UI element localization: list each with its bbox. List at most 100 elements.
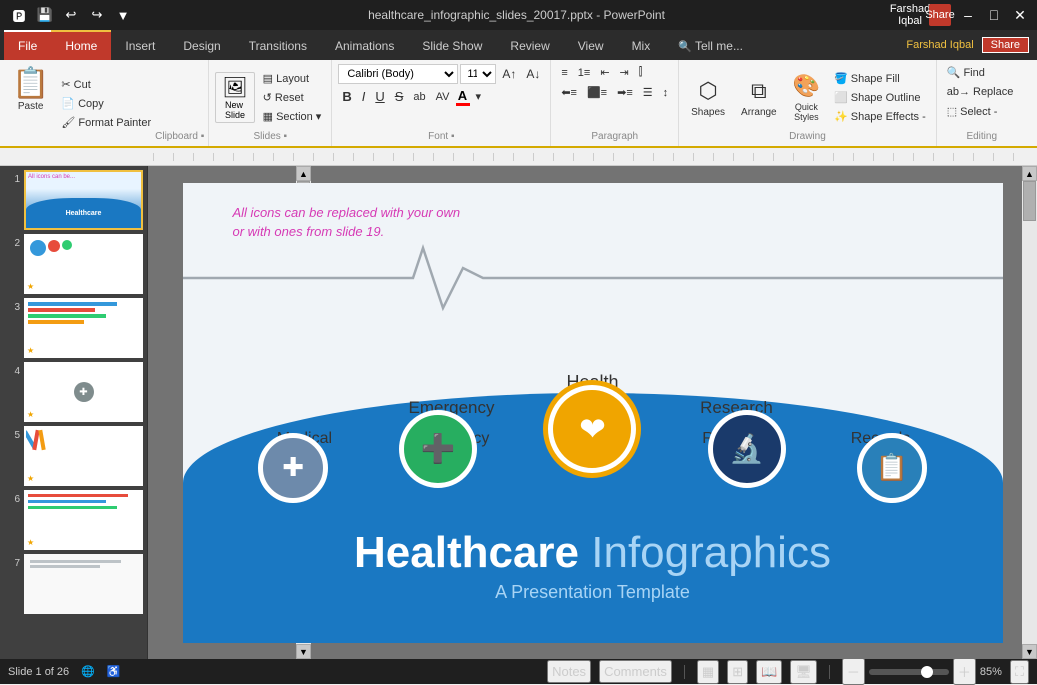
shape-effects-btn[interactable]: ✨ Shape Effects -: [830, 108, 930, 125]
font-selector[interactable]: Calibri (Body): [338, 64, 458, 84]
slide-img-3[interactable]: ★: [24, 298, 143, 358]
shape-outline-btn[interactable]: ⬜ Shape Outline: [830, 89, 930, 106]
zoom-slider[interactable]: [869, 669, 949, 675]
tab-view[interactable]: View: [564, 30, 618, 60]
slide-thumb-7[interactable]: 7: [4, 554, 143, 614]
normal-view-btn[interactable]: ▦: [697, 660, 719, 684]
copy-btn[interactable]: 📄 Copy: [57, 95, 155, 112]
slide-num-6: 6: [4, 494, 20, 505]
quick-access: 🅿 💾 ↩ ↪ ▼: [8, 4, 134, 26]
scroll-up-right-btn[interactable]: ▲: [1022, 166, 1037, 181]
increase-indent-btn[interactable]: ⇥: [616, 64, 633, 81]
reading-view-btn[interactable]: 📖: [756, 660, 782, 684]
announcement-text[interactable]: All icons can be replaced with your owno…: [233, 203, 461, 242]
app-icon[interactable]: 🅿: [8, 4, 30, 26]
arrange-btn[interactable]: ⧉ Arrange: [735, 74, 783, 122]
slide-thumb-6[interactable]: 6 ★: [4, 490, 143, 550]
justify-btn[interactable]: ☰: [639, 84, 657, 101]
scroll-up-btn[interactable]: ▲: [296, 166, 311, 181]
tab-transitions[interactable]: Transitions: [235, 30, 321, 60]
restore-btn[interactable]: ⎕: [985, 6, 1003, 24]
underline-btn[interactable]: U: [371, 87, 388, 106]
redo-btn[interactable]: ↪: [86, 4, 108, 26]
reset-btn[interactable]: ↺ Reset: [259, 89, 326, 106]
zoom-thumb[interactable]: [921, 666, 933, 678]
decrease-indent-btn[interactable]: ⇤: [596, 64, 613, 81]
sub-title: A Presentation Template: [183, 582, 1003, 603]
tab-slideshow[interactable]: Slide Show: [408, 30, 496, 60]
paste-button[interactable]: 📋 Paste: [4, 64, 57, 142]
minimize-btn[interactable]: –: [959, 6, 977, 24]
select-btn[interactable]: ⬚ Select -: [943, 103, 1021, 120]
slide-img-5[interactable]: ★: [24, 426, 143, 486]
scroll-thumb-right[interactable]: [1023, 181, 1036, 221]
presenter-view-btn[interactable]: 🖥: [790, 660, 817, 684]
numbering-btn[interactable]: 1≡: [574, 64, 595, 81]
slide-img-7[interactable]: [24, 554, 143, 614]
editing-group: 🔍 Find ab→ Replace ⬚ Select - Editing: [937, 60, 1027, 146]
notes-btn[interactable]: Notes: [547, 660, 591, 683]
italic-btn[interactable]: I: [358, 87, 370, 106]
fit-slide-btn[interactable]: ⛶: [1010, 660, 1029, 684]
tab-animations[interactable]: Animations: [321, 30, 408, 60]
scroll-down-right-btn[interactable]: ▼: [1022, 644, 1037, 659]
font-color-btn-group[interactable]: A: [456, 88, 470, 106]
tab-mix[interactable]: Mix: [618, 30, 665, 60]
shape-fill-btn[interactable]: 🪣 Shape Fill: [830, 70, 930, 87]
slide-thumb-3[interactable]: 3 ★: [4, 298, 143, 358]
new-slide-btn[interactable]: 🖼 NewSlide: [215, 72, 254, 123]
undo-btn[interactable]: ↩: [60, 4, 82, 26]
char-spacing-btn[interactable]: AV: [432, 89, 454, 105]
slide-thumb-2[interactable]: 2 ★: [4, 234, 143, 294]
scroll-down-btn[interactable]: ▼: [296, 644, 311, 659]
line-spacing-btn[interactable]: ↕: [659, 85, 673, 101]
save-btn[interactable]: 💾: [34, 4, 56, 26]
slide-thumb-4[interactable]: 4 ✚ ★: [4, 362, 143, 422]
slide-sorter-btn[interactable]: ⊞: [727, 660, 748, 684]
layout-btn[interactable]: ▤ Layout: [259, 70, 326, 87]
shapes-btn[interactable]: ⬡ Shapes: [685, 74, 731, 122]
tab-insert[interactable]: Insert: [111, 30, 169, 60]
tab-tellme[interactable]: 🔍 Tell me...: [664, 30, 757, 60]
text-shadow-btn[interactable]: ab: [409, 89, 429, 105]
zoom-area: － ＋ 85%: [842, 658, 1002, 685]
find-btn[interactable]: 🔍 Find: [943, 64, 1021, 81]
align-left-btn[interactable]: ⬅≡: [557, 84, 581, 101]
ribbon-content: 📋 Paste ✂ Cut 📄 Copy 🖌 Format Painter Cl…: [0, 60, 1037, 148]
share-btn[interactable]: Share: [929, 4, 951, 26]
slide-thumb-5[interactable]: 5 ★: [4, 426, 143, 486]
align-right-btn[interactable]: ➡≡: [613, 84, 637, 101]
section-btn[interactable]: ▦ Section ▾: [259, 108, 326, 125]
bold-btn[interactable]: B: [338, 87, 355, 106]
zoom-out-btn[interactable]: －: [842, 658, 865, 685]
slide-img-6[interactable]: ★: [24, 490, 143, 550]
slides-group-content: 🖼 NewSlide ▤ Layout ↺ Reset ▦ Section ▾: [215, 64, 325, 131]
replace-btn[interactable]: ab→ Replace: [943, 84, 1021, 100]
close-btn[interactable]: ✕: [1011, 6, 1029, 24]
font-size-selector[interactable]: 11: [460, 64, 496, 84]
share-ribbon-btn[interactable]: Share: [982, 37, 1029, 53]
bullets-btn[interactable]: ≡: [557, 64, 571, 81]
tab-file[interactable]: File: [4, 30, 51, 60]
comments-btn[interactable]: Comments: [599, 660, 672, 683]
format-painter-btn[interactable]: 🖌 Format Painter: [57, 114, 155, 131]
slide-img-1[interactable]: All icons can be... Healthcare: [24, 170, 143, 230]
tab-review[interactable]: Review: [496, 30, 563, 60]
increase-font-btn[interactable]: A↑: [498, 64, 520, 84]
v-scrollbar-right[interactable]: ▲ ▼: [1022, 166, 1037, 659]
zoom-in-btn[interactable]: ＋: [953, 658, 976, 685]
slide-img-2[interactable]: ★: [24, 234, 143, 294]
quick-styles-btn[interactable]: 🎨 QuickStyles: [787, 69, 826, 126]
cut-btn[interactable]: ✂ Cut: [57, 76, 155, 93]
decrease-font-btn[interactable]: A↓: [522, 64, 544, 84]
slide-thumb-1[interactable]: 1 All icons can be... Healthcare: [4, 170, 143, 230]
font-color-dropdown[interactable]: ▾: [472, 88, 486, 105]
slide-img-4[interactable]: ✚ ★: [24, 362, 143, 422]
strikethrough-btn[interactable]: S: [391, 87, 408, 106]
user-label[interactable]: Farshad Iqbal: [899, 4, 921, 26]
tab-home[interactable]: Home: [51, 30, 111, 60]
align-center-btn[interactable]: ⬛≡: [583, 84, 611, 101]
customize-btn[interactable]: ▼: [112, 4, 134, 26]
tab-design[interactable]: Design: [169, 30, 234, 60]
columns-btn[interactable]: ⫿: [635, 64, 647, 81]
